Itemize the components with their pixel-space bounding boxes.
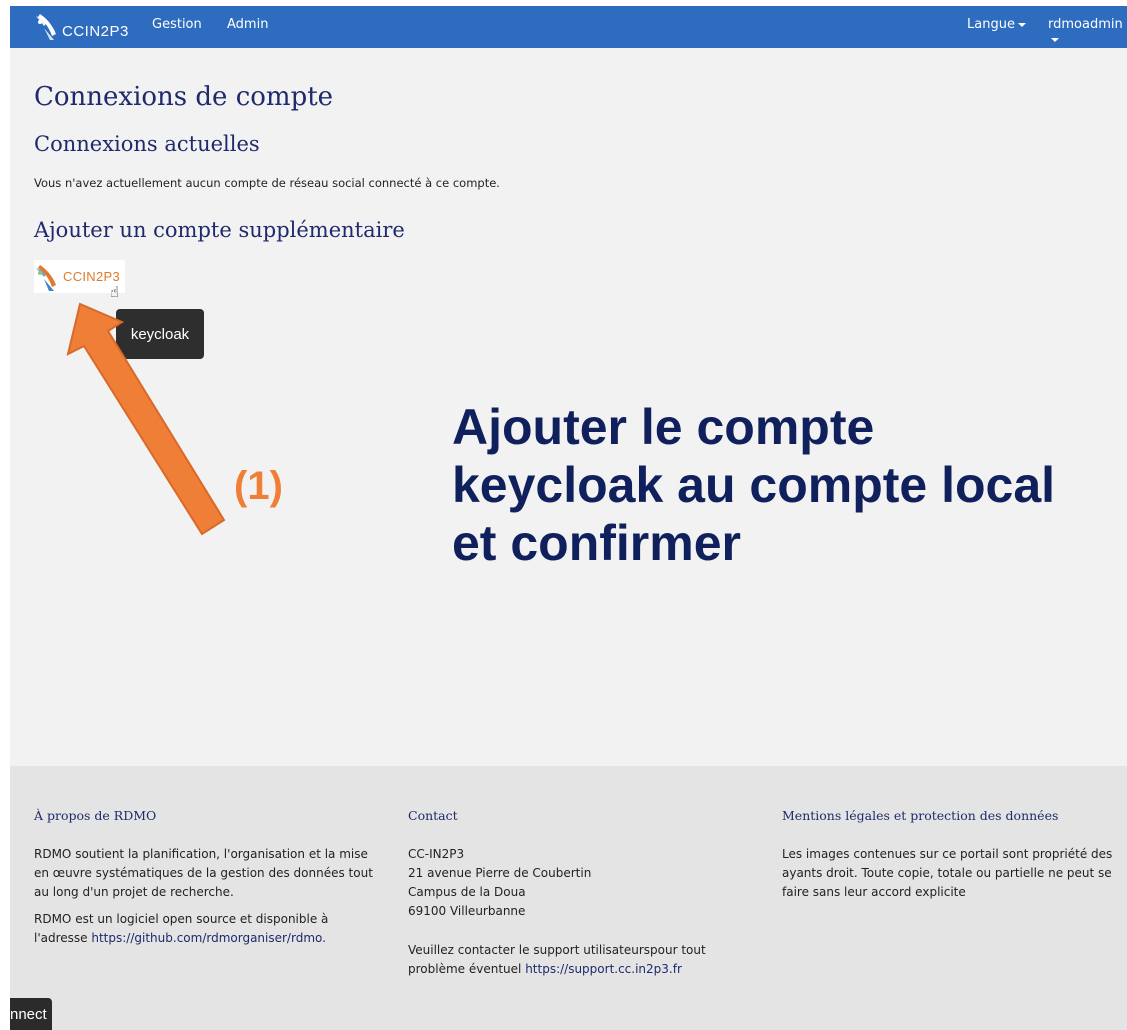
annotation-line-3: et confirmer bbox=[452, 515, 741, 571]
connect-tab[interactable]: nnect bbox=[10, 998, 52, 1030]
support-text: Veuillez contacter le support utilisateu… bbox=[408, 941, 718, 979]
contact-line: 69100 Villeurbanne bbox=[408, 904, 526, 918]
contact-line: CC-IN2P3 bbox=[408, 847, 465, 861]
annotation-instruction: Ajouter le compte keycloak au compte loc… bbox=[452, 398, 1122, 572]
contact-line: Campus de la Doua bbox=[408, 885, 526, 899]
footer-about: À propos de RDMO RDMO soutient la planif… bbox=[34, 806, 379, 956]
annotation-step-number: (1) bbox=[234, 464, 283, 508]
annotation-line-1: Ajouter le compte bbox=[452, 399, 875, 455]
github-link[interactable]: https://github.com/rdmorganiser/rdmo. bbox=[91, 931, 326, 945]
annotation-arrow bbox=[66, 302, 226, 536]
annotation-line-2: keycloak au compte local bbox=[452, 457, 1056, 513]
footer-about-source: RDMO est un logiciel open source et disp… bbox=[34, 910, 379, 948]
footer-contact-heading: Contact bbox=[408, 808, 458, 823]
footer-about-heading: À propos de RDMO bbox=[34, 808, 157, 823]
orange-arrow-shape bbox=[66, 302, 226, 536]
contact-line: 21 avenue Pierre de Coubertin bbox=[408, 866, 592, 880]
footer-about-text: RDMO soutient la planification, l'organi… bbox=[34, 847, 373, 899]
support-link[interactable]: https://support.cc.in2p3.fr bbox=[525, 962, 682, 976]
footer-legal-heading: Mentions légales et protection des donné… bbox=[782, 808, 1059, 823]
footer-legal: Mentions légales et protection des donné… bbox=[782, 806, 1117, 910]
footer-contact: Contact CC-IN2P3 21 avenue Pierre de Cou… bbox=[408, 806, 718, 987]
footer-legal-text: Les images contenues sur ce portail sont… bbox=[782, 847, 1113, 899]
browser-viewport: CCIN2P3 Gestion Admin Langue rdmoadmin C… bbox=[10, 6, 1127, 1030]
page-footer: À propos de RDMO RDMO soutient la planif… bbox=[10, 766, 1127, 1030]
